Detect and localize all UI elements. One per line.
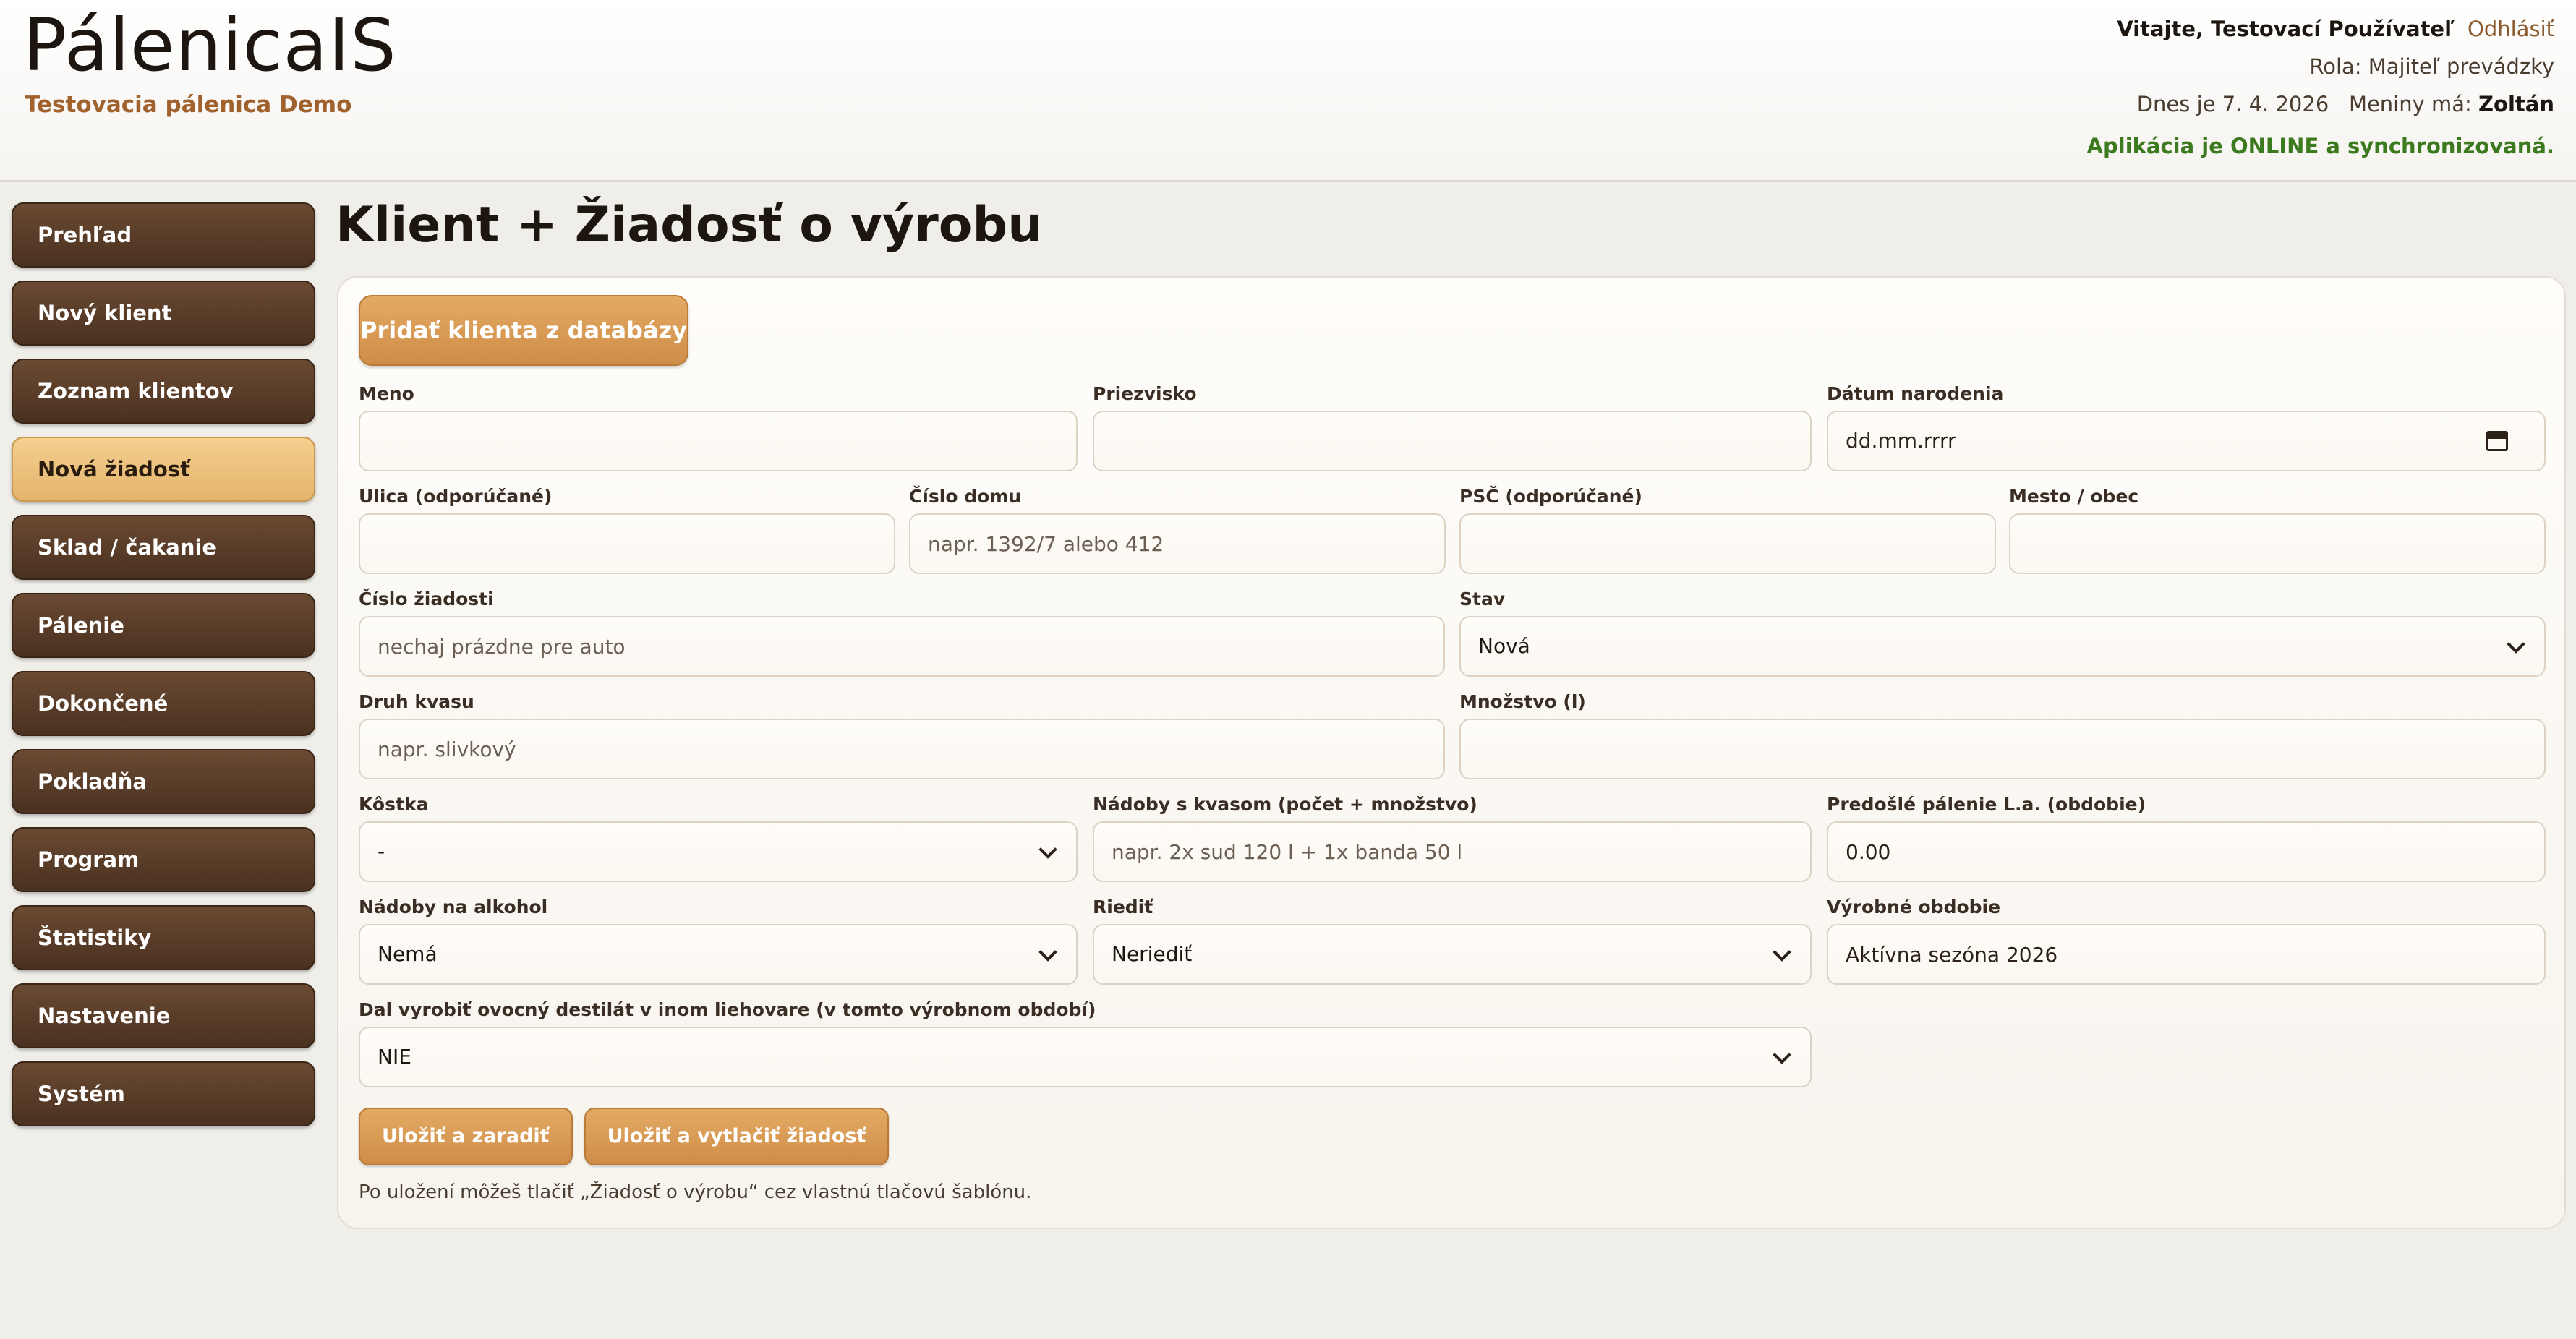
nadoby-alkohol-value: Nemá xyxy=(378,942,438,966)
sync-status: Aplikácia je ONLINE a synchronizovaná. xyxy=(2086,134,2554,158)
priezvisko-label: Priezvisko xyxy=(1093,383,1197,404)
request-form-panel: Pridať klienta z databázy Meno Priezvisk… xyxy=(337,276,2566,1229)
chevron-down-icon xyxy=(2507,635,2525,654)
field-nadoby-kvas: Nádoby s kvasom (počet + množstvo) xyxy=(1093,794,1812,882)
kostka-select[interactable]: - xyxy=(359,821,1078,882)
sidebar-nav: Prehľad Nový klient Zoznam klientov Nová… xyxy=(12,202,315,1139)
field-mesto: Mesto / obec xyxy=(2009,486,2546,574)
field-ulica: Ulica (odporúčané) xyxy=(359,486,895,574)
birthdate-input[interactable]: dd.mm.rrrr xyxy=(1827,411,2546,471)
nadoby-alkohol-select[interactable]: Nemá xyxy=(359,924,1078,985)
add-client-from-db-button[interactable]: Pridať klienta z databázy xyxy=(359,295,688,366)
meno-label: Meno xyxy=(359,383,414,404)
logout-link[interactable]: Odhlásiť xyxy=(2468,17,2554,41)
mnozstvo-label: Množstvo (l) xyxy=(1459,691,1586,712)
mesto-label: Mesto / obec xyxy=(2009,486,2139,507)
ulica-label: Ulica (odporúčané) xyxy=(359,486,553,507)
meno-input[interactable] xyxy=(359,411,1078,471)
nameday-label: Meniny má: xyxy=(2348,92,2472,116)
mesto-input[interactable] xyxy=(2009,513,2546,574)
field-priezvisko: Priezvisko xyxy=(1093,383,1812,471)
cislo-domu-input[interactable] xyxy=(909,513,1446,574)
sidebar-item-prehlad[interactable]: Prehľad xyxy=(12,202,315,268)
user-role: Rola: Majiteľ prevádzky xyxy=(2309,54,2554,79)
chevron-down-icon xyxy=(1038,943,1057,962)
psc-input[interactable] xyxy=(1459,513,1996,574)
riedit-select[interactable]: Neriediť xyxy=(1093,924,1812,985)
sidebar-item-dokoncene[interactable]: Dokončené xyxy=(12,671,315,736)
save-print-button[interactable]: Uložiť a vytlačiť žiadosť xyxy=(584,1108,890,1165)
druh-kvasu-input[interactable] xyxy=(359,719,1445,779)
predosle-palenie-input[interactable] xyxy=(1827,821,2546,882)
field-vyrobne-obdobie: Výrobné obdobie xyxy=(1827,897,2546,985)
iny-lieh-select[interactable]: NIE xyxy=(359,1027,1812,1087)
nadoby-alkohol-label: Nádoby na alkohol xyxy=(359,897,548,917)
organization-name: Testovacia pálenica Demo xyxy=(25,92,352,118)
sidebar-item-nastavenie[interactable]: Nastavenie xyxy=(12,983,315,1048)
iny-lieh-value: NIE xyxy=(378,1045,411,1069)
chevron-down-icon xyxy=(1038,840,1057,859)
ulica-input[interactable] xyxy=(359,513,895,574)
cislo-domu-label: Číslo domu xyxy=(909,486,1022,507)
sidebar-item-program[interactable]: Program xyxy=(12,827,315,892)
chevron-down-icon xyxy=(1773,943,1791,962)
app-header: PálenicaIS Testovacia pálenica Demo Vita… xyxy=(0,0,2576,182)
iny-lieh-label: Dal vyrobiť ovocný destilát v inom lieho… xyxy=(359,999,1096,1020)
field-predosle-palenie: Predošlé pálenie L.a. (obdobie) xyxy=(1827,794,2546,882)
mnozstvo-input[interactable] xyxy=(1459,719,2546,779)
sidebar-item-statistiky[interactable]: Štatistiky xyxy=(12,905,315,970)
field-meno: Meno xyxy=(359,383,1078,471)
stav-label: Stav xyxy=(1459,589,1506,609)
welcome-text: Vitajte, Testovací Používateľ xyxy=(2117,17,2455,41)
psc-label: PSČ (odporúčané) xyxy=(1459,486,1642,507)
vyrobne-obdobie-input[interactable] xyxy=(1827,924,2546,985)
kostka-label: Kôstka xyxy=(359,794,429,815)
stav-select[interactable]: Nová xyxy=(1459,616,2546,677)
field-psc: PSČ (odporúčané) xyxy=(1459,486,1996,574)
cislo-ziadosti-input[interactable] xyxy=(359,616,1445,677)
priezvisko-input[interactable] xyxy=(1093,411,1812,471)
nadoby-kvas-input[interactable] xyxy=(1093,821,1812,882)
chevron-down-icon xyxy=(1773,1045,1791,1064)
sidebar-item-novy-klient[interactable]: Nový klient xyxy=(12,281,315,346)
field-cislo-domu: Číslo domu xyxy=(909,486,1446,574)
field-cislo-ziadosti: Číslo žiadosti xyxy=(359,589,1445,677)
nameday-name: Zoltán xyxy=(2478,92,2554,116)
nadoby-kvas-label: Nádoby s kvasom (počet + množstvo) xyxy=(1093,794,1477,815)
save-queue-button[interactable]: Uložiť a zaradiť xyxy=(359,1108,573,1165)
sidebar-item-nova-ziadost[interactable]: Nová žiadosť xyxy=(12,437,315,502)
druh-kvasu-label: Druh kvasu xyxy=(359,691,474,712)
print-hint: Po uložení môžeš tlačiť „Žiadosť o výrob… xyxy=(359,1181,1032,1203)
kostka-value: - xyxy=(378,839,385,863)
field-mnozstvo: Množstvo (l) xyxy=(1459,691,2546,779)
app-logo[interactable]: PálenicaIS xyxy=(23,3,397,87)
calendar-icon[interactable] xyxy=(2486,431,2508,451)
cislo-ziadosti-label: Číslo žiadosti xyxy=(359,589,494,609)
predosle-palenie-label: Predošlé pálenie L.a. (obdobie) xyxy=(1827,794,2146,815)
birthdate-value: dd.mm.rrrr xyxy=(1846,429,1956,453)
field-datum-narodenia: Dátum narodenia dd.mm.rrrr xyxy=(1827,383,2546,471)
field-nadoby-alkohol: Nádoby na alkohol Nemá xyxy=(359,897,1078,985)
user-panel: Vitajte, Testovací Používateľ Odhlásiť Ro… xyxy=(2087,10,2554,165)
vyrobne-obdobie-label: Výrobné obdobie xyxy=(1827,897,2001,917)
sidebar-item-palenie[interactable]: Pálenie xyxy=(12,593,315,658)
sidebar-item-system[interactable]: Systém xyxy=(12,1061,315,1126)
stav-value: Nová xyxy=(1478,634,1530,658)
datum-narodenia-label: Dátum narodenia xyxy=(1827,383,2004,404)
sidebar-item-sklad[interactable]: Sklad / čakanie xyxy=(12,515,315,580)
form-actions: Uložiť a zaradiť Uložiť a vytlačiť žiados… xyxy=(359,1108,900,1165)
field-druh-kvasu: Druh kvasu xyxy=(359,691,1445,779)
today-date: Dnes je 7. 4. 2026 xyxy=(2136,92,2329,116)
field-riedit: Riediť Neriediť xyxy=(1093,897,1812,985)
sidebar-item-pokladna[interactable]: Pokladňa xyxy=(12,749,315,814)
field-iny-lieh: Dal vyrobiť ovocný destilát v inom lieho… xyxy=(359,999,1812,1087)
field-stav: Stav Nová xyxy=(1459,589,2546,677)
field-kostka: Kôstka - xyxy=(359,794,1078,882)
riedit-value: Neriediť xyxy=(1112,942,1193,966)
page-title: Klient + Žiadosť o výrobu xyxy=(336,197,1043,254)
riedit-label: Riediť xyxy=(1093,897,1153,917)
sidebar-item-zoznam-klientov[interactable]: Zoznam klientov xyxy=(12,359,315,424)
